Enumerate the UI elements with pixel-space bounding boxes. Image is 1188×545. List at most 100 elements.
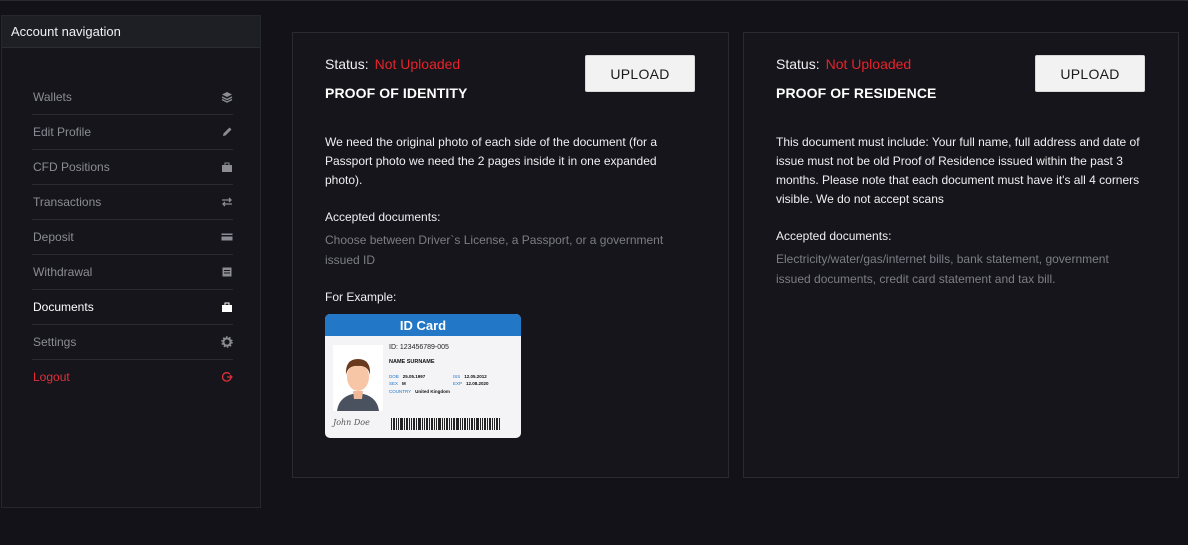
barcode-stripe	[416, 418, 417, 430]
barcode-stripe	[438, 418, 441, 430]
sex-field: SEX M	[389, 381, 406, 386]
power-icon	[221, 371, 233, 383]
barcode-stripe	[449, 418, 450, 430]
barcode-stripe	[444, 418, 445, 430]
sidebar-item-label: Settings	[33, 335, 77, 349]
barcode-stripe	[496, 418, 498, 430]
barcode-stripe	[469, 418, 470, 430]
barcode-stripe	[446, 418, 448, 430]
barcode-stripe	[492, 418, 493, 430]
arrows-swap-icon	[221, 196, 233, 208]
card-title: PROOF OF RESIDENCE	[776, 85, 937, 101]
barcode-stripe	[471, 418, 473, 430]
sidebar-item-cfd-positions[interactable]: CFD Positions	[32, 150, 233, 185]
description: This document must include: Your full na…	[776, 135, 1140, 206]
proof-of-residence-card: Status: Not Uploaded PROOF OF RESIDENCE U…	[743, 32, 1179, 478]
status-line: Status: Not Uploaded	[776, 56, 911, 72]
dob-field: DOB 25.05.1997	[389, 374, 426, 379]
sidebar-item-label: Transactions	[33, 195, 102, 209]
id-number: ID: 123456789-005	[389, 344, 449, 351]
barcode-stripe	[467, 418, 468, 430]
sidebar-item-settings[interactable]: Settings	[32, 325, 233, 360]
barcode	[391, 418, 509, 430]
barcode-stripe	[456, 418, 459, 430]
account-navigation: Account navigation Wallets Edit Profile …	[1, 15, 261, 508]
barcode-stripe	[453, 418, 455, 430]
barcode-stripe	[451, 418, 452, 430]
exp-field: EXP 12.08.2020	[453, 381, 489, 386]
sidebar-item-label: Withdrawal	[33, 265, 93, 279]
barcode-stripe	[442, 418, 443, 430]
barcode-stripe	[393, 418, 395, 430]
status-label: Status:	[776, 56, 820, 72]
barcode-stripe	[424, 418, 425, 430]
status-value: Not Uploaded	[374, 56, 461, 72]
upload-button[interactable]: UPLOAD	[585, 55, 695, 92]
barcode-stripe	[494, 418, 495, 430]
barcode-stripe	[426, 418, 428, 430]
barcode-stripe	[409, 418, 410, 430]
sidebar-item-label: CFD Positions	[33, 160, 110, 174]
barcode-stripe	[411, 418, 412, 430]
sidebar-item-wallets[interactable]: Wallets	[32, 80, 233, 115]
barcode-stripe	[462, 418, 463, 430]
description: We need the original photo of each side …	[325, 135, 657, 187]
barcode-stripe	[422, 418, 423, 430]
sidebar-item-label: Logout	[33, 370, 70, 384]
barcode-stripe	[398, 418, 399, 430]
sidebar-item-documents[interactable]: Documents	[32, 290, 233, 325]
barcode-stripe	[487, 418, 488, 430]
upload-button[interactable]: UPLOAD	[1035, 55, 1145, 92]
barcode-stripe	[391, 418, 392, 430]
accepted-documents-text: Choose between Driver`s License, a Passp…	[325, 233, 664, 267]
layers-icon	[221, 91, 233, 103]
accepted-documents-label: Accepted documents:	[325, 210, 441, 224]
barcode-stripe	[460, 418, 461, 430]
barcode-stripe	[429, 418, 430, 430]
sidebar-item-label: Documents	[33, 300, 94, 314]
barcode-stripe	[474, 418, 475, 430]
sidebar-item-label: Wallets	[33, 90, 72, 104]
id-card-example-image: ID Card John Doe ID: 123456789-005 NAME …	[325, 314, 521, 438]
status-label: Status:	[325, 56, 369, 72]
sidebar-item-edit-profile[interactable]: Edit Profile	[32, 115, 233, 150]
barcode-stripe	[418, 418, 421, 430]
iss-field: ISS 12.05.2012	[453, 374, 487, 379]
accepted-documents-label: Accepted documents:	[776, 229, 892, 243]
briefcase-icon	[221, 301, 233, 313]
barcode-stripe	[400, 418, 403, 430]
pencil-icon	[221, 126, 233, 138]
sidebar-item-logout[interactable]: Logout	[32, 360, 233, 394]
sidebar-item-deposit[interactable]: Deposit	[32, 220, 233, 255]
barcode-stripe	[489, 418, 491, 430]
barcode-stripe	[480, 418, 481, 430]
nav-list: Wallets Edit Profile CFD Positions Trans…	[32, 80, 233, 394]
barcode-stripe	[396, 418, 397, 430]
barcode-stripe	[431, 418, 433, 430]
barcode-stripe	[484, 418, 486, 430]
signature: John Doe	[333, 418, 370, 427]
sidebar-item-label: Deposit	[33, 230, 74, 244]
proof-of-identity-card: Status: Not Uploaded PROOF OF IDENTITY UP…	[292, 32, 729, 478]
barcode-stripe	[436, 418, 437, 430]
credit-card-icon	[221, 231, 233, 243]
gear-icon	[221, 336, 233, 348]
person-avatar-icon	[333, 345, 383, 411]
barcode-stripe	[413, 418, 415, 430]
top-divider	[0, 0, 1188, 1]
card-title: PROOF OF IDENTITY	[325, 85, 468, 101]
barcode-stripe	[499, 418, 500, 430]
sidebar-title: Account navigation	[2, 16, 260, 48]
barcode-stripe	[476, 418, 479, 430]
id-card-header: ID Card	[325, 314, 521, 336]
status-line: Status: Not Uploaded	[325, 56, 460, 72]
sidebar-item-transactions[interactable]: Transactions	[32, 185, 233, 220]
briefcase-icon	[221, 161, 233, 173]
barcode-stripe	[406, 418, 408, 430]
receipt-icon	[221, 266, 233, 278]
sidebar-item-withdrawal[interactable]: Withdrawal	[32, 255, 233, 290]
status-value: Not Uploaded	[825, 56, 912, 72]
sidebar-item-label: Edit Profile	[33, 125, 92, 139]
example-label: For Example:	[325, 290, 397, 304]
barcode-stripe	[434, 418, 435, 430]
